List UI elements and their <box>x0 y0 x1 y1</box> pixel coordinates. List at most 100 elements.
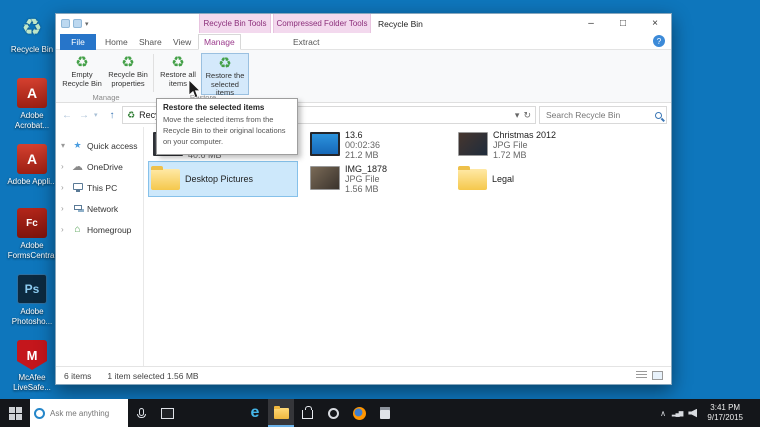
tab-extract[interactable]: Extract <box>288 34 324 50</box>
cortana-search-box[interactable] <box>30 399 128 427</box>
homegroup-icon: ⌂ <box>74 224 81 235</box>
mcafee-livesafe-icon: M <box>17 340 47 370</box>
tile-legal[interactable]: Legal <box>456 162 604 196</box>
quick-access-toolbar[interactable]: ▾ <box>61 14 89 33</box>
contextual-tab-compressed-folder-tools: Compressed Folder Tools <box>273 14 371 33</box>
task-view-button[interactable] <box>154 399 180 427</box>
history-dropdown-icon[interactable]: ▾ <box>94 111 102 119</box>
desktop-icon-adobe-application[interactable]: A Adobe Appli... <box>4 144 60 187</box>
tile-13-6[interactable]: 13.6 00:02:36 21.2 MB <box>308 128 456 162</box>
system-tray: ∧ ▂▄▆ 3:41 PM 9/17/2015 <box>660 399 760 427</box>
tile-img-1878[interactable]: IMG_1878 JPG File 1.56 MB <box>308 162 456 196</box>
empty-recycle-bin-button[interactable]: ♻ Empty Recycle Bin <box>61 53 103 95</box>
sidebar-item-homegroup[interactable]: › ⌂ Homegroup <box>56 219 143 240</box>
tab-file[interactable]: File <box>60 34 96 50</box>
chevron-right-icon[interactable]: › <box>61 162 68 171</box>
ribbon: ♻ Empty Recycle Bin ♻ Recycle Bin proper… <box>56 50 671 103</box>
help-icon[interactable]: ? <box>653 35 665 47</box>
file-meta: JPG File <box>345 174 380 184</box>
tab-home[interactable]: Home <box>100 34 133 50</box>
desktop-icon-recycle-bin[interactable]: ♻ Recycle Bin <box>4 12 60 55</box>
tile-text: 13.6 00:02:36 21.2 MB <box>345 130 380 160</box>
recycle-bin-icon: ♻ <box>121 54 135 71</box>
file-list: 40.6 MB Desktop Pictures 13.6 00:02:36 2… <box>144 127 671 366</box>
qat-icon-2[interactable] <box>73 19 82 28</box>
mcafee-glyph: M <box>26 347 38 363</box>
chevron-down-icon[interactable]: ▾ <box>61 141 68 150</box>
search-box[interactable] <box>539 106 667 124</box>
taskbar: e ∧ ▂▄▆ 3:41 PM 9/17/2015 <box>0 399 760 427</box>
maximize-button[interactable]: □ <box>607 14 639 33</box>
chevron-right-icon[interactable]: › <box>61 225 68 234</box>
file-name: Legal <box>492 174 515 184</box>
calculator-button[interactable] <box>372 399 398 427</box>
folder-icon <box>151 166 180 190</box>
taskbar-clock[interactable]: 3:41 PM 9/17/2015 <box>703 403 747 424</box>
forward-button[interactable]: → <box>77 110 91 121</box>
navigation-pane: ▾ ★ Quick access › ☁ OneDrive › This PC … <box>56 127 144 366</box>
search-input[interactable] <box>544 109 653 121</box>
sidebar-item-onedrive[interactable]: › ☁ OneDrive <box>56 156 143 177</box>
button-label: Recycle Bin properties <box>108 70 148 88</box>
close-button[interactable]: × <box>639 14 671 33</box>
cortana-search-input[interactable] <box>48 407 124 419</box>
photoshop-glyph: Ps <box>24 282 40 296</box>
taskbar-spacer <box>180 399 242 427</box>
sidebar-item-label: This PC <box>87 182 118 193</box>
up-button[interactable]: ↑ <box>105 110 119 121</box>
desktop-icon-label: McAfee LiveSafe... <box>13 373 51 392</box>
file-meta: 00:02:36 <box>345 140 381 150</box>
ribbon-group-manage: Manage <box>92 93 120 102</box>
tile-christmas-2012[interactable]: Christmas 2012 JPG File 1.72 MB <box>456 128 604 162</box>
desktop-icon-mcafee-livesafe[interactable]: M McAfee LiveSafe... <box>4 340 60 392</box>
mic-button[interactable] <box>128 399 154 427</box>
volume-icon[interactable] <box>688 408 698 418</box>
photo-thumbnail-icon <box>310 166 340 190</box>
gear-icon <box>327 407 339 419</box>
adobe-photoshop-icon: Ps <box>17 274 47 304</box>
start-button[interactable] <box>0 399 30 427</box>
recycle-bin-icon: ♻ <box>127 109 136 120</box>
tab-share[interactable]: Share <box>134 34 167 50</box>
search-icon[interactable] <box>655 111 662 119</box>
file-explorer-icon <box>273 405 289 419</box>
desktop-icon-adobe-photoshop[interactable]: Ps Adobe Photosho... <box>4 274 60 326</box>
tab-view[interactable]: View <box>168 34 196 50</box>
edge-button[interactable]: e <box>242 399 268 427</box>
restore-selected-items-button[interactable]: ♻ Restore the selected items <box>201 53 249 97</box>
settings-button[interactable] <box>320 399 346 427</box>
tooltip-title: Restore the selected items <box>163 103 265 112</box>
desktop-icon-adobe-acrobat[interactable]: A Adobe Acrobat... <box>4 78 60 130</box>
firefox-button[interactable] <box>346 399 372 427</box>
refresh-icon[interactable]: ↻ <box>523 110 531 121</box>
chevron-up-icon[interactable]: ∧ <box>660 409 666 418</box>
qat-dropdown-icon[interactable]: ▾ <box>85 20 89 28</box>
tile-text: Desktop Pictures <box>185 164 253 194</box>
recycle-bin-properties-button[interactable]: ♻ Recycle Bin properties <box>105 53 151 95</box>
task-view-icon <box>160 407 174 419</box>
chevron-right-icon[interactable]: › <box>61 204 68 213</box>
tab-manage[interactable]: Manage <box>198 34 241 50</box>
thumbnails-view-icon[interactable] <box>652 371 663 380</box>
back-button[interactable]: ← <box>60 110 74 121</box>
address-dropdown-icon[interactable]: ▾ <box>515 110 520 121</box>
desktop-icon-adobe-formscentral[interactable]: Fc Adobe FormsCentral <box>4 208 60 260</box>
chevron-right-icon[interactable]: › <box>61 183 68 192</box>
status-bar: 6 items 1 item selected 1.56 MB <box>56 366 671 384</box>
sidebar-item-quick-access[interactable]: ▾ ★ Quick access <box>56 135 143 156</box>
minimize-button[interactable]: – <box>575 14 607 33</box>
desktop-icon-label: Adobe Acrobat... <box>14 111 50 130</box>
acrobat-glyph: A <box>26 85 38 101</box>
sidebar-item-this-pc[interactable]: › This PC <box>56 177 143 198</box>
tile-text: IMG_1878 JPG File 1.56 MB <box>345 164 387 194</box>
file-meta: JPG File <box>493 140 528 150</box>
clock-time: 3:41 PM <box>710 402 741 412</box>
network-icon[interactable]: ▂▄▆ <box>672 410 684 417</box>
details-view-icon[interactable] <box>636 371 647 380</box>
formscentral-glyph: Fc <box>26 217 38 229</box>
sidebar-item-network[interactable]: › Network <box>56 198 143 219</box>
store-button[interactable] <box>294 399 320 427</box>
tile-desktop-pictures[interactable]: Desktop Pictures <box>148 161 298 197</box>
qat-icon-1[interactable] <box>61 19 70 28</box>
file-explorer-button[interactable] <box>268 399 294 427</box>
